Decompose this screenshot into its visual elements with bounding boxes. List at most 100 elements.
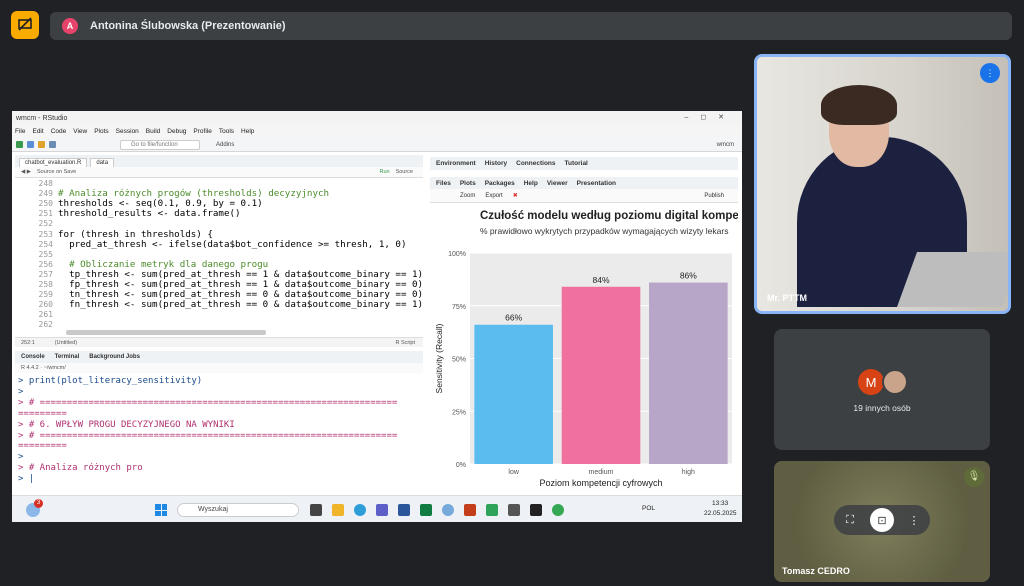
task-view-icon[interactable] [310, 504, 322, 516]
powerpoint-icon[interactable] [464, 504, 476, 516]
tab-environment[interactable]: Environment [436, 160, 476, 167]
presentation-icon [18, 17, 32, 31]
line-number: 257 [38, 269, 53, 279]
line-number: 262 [38, 320, 53, 330]
bar-value-label: 66% [505, 313, 522, 323]
menu-item-build[interactable]: Build [146, 128, 160, 135]
line-number: 248 [38, 179, 53, 188]
notification-badge: 3 [34, 499, 43, 508]
tab-presentation[interactable]: Presentation [577, 180, 616, 187]
tab-packages[interactable]: Packages [485, 180, 515, 187]
tab-history[interactable]: History [485, 160, 507, 167]
menu-item-edit[interactable]: Edit [32, 128, 43, 135]
tab-console[interactable]: Console [21, 354, 45, 360]
remove-plot-icon[interactable]: ✖ [513, 192, 518, 199]
bar-value-label: 84% [592, 275, 609, 285]
console-line: > print(plot_literacy_sensitivity) [18, 376, 203, 386]
menu-item-profile[interactable]: Profile [193, 128, 211, 135]
explorer-icon[interactable] [332, 504, 344, 516]
menu-item-session[interactable]: Session [116, 128, 139, 135]
excel-icon[interactable] [420, 504, 432, 516]
language-indicator[interactable]: POL [642, 505, 655, 512]
line-number: 254 [38, 239, 53, 249]
participant-tile-main[interactable]: ⋮ Mr. PTTM [754, 54, 1011, 314]
tab-terminal[interactable]: Terminal [55, 354, 80, 360]
menu-item-view[interactable]: View [73, 128, 87, 135]
app-icon[interactable] [486, 504, 498, 516]
plot-viewer: Czułość modelu według poziomu digital ko… [430, 204, 742, 494]
others-tile[interactable]: M 19 innych osób [774, 329, 990, 450]
editor-scrollbar[interactable] [66, 330, 266, 335]
code-line[interactable]: fn_thresh <- sum(pred_at_thresh == 0 & d… [58, 300, 423, 310]
goto-file-input[interactable]: Go to file/function [120, 139, 200, 150]
clock-date[interactable]: 22.05.2025 [704, 510, 737, 517]
tab-viewer[interactable]: Viewer [547, 180, 568, 187]
y-tick-label: 75% [452, 304, 466, 311]
code-line[interactable]: pred_at_thresh <- ifelse(data$bot_confid… [58, 239, 406, 250]
taskbar-search[interactable]: Wyszukaj [177, 503, 299, 517]
menu-item-tools[interactable]: Tools [219, 128, 234, 135]
menu-item-debug[interactable]: Debug [167, 128, 186, 135]
code-line[interactable]: threshold_results <- data.frame() [58, 209, 241, 219]
environment-tabs: Environment History Connections Tutorial [430, 157, 738, 170]
more-options-icon[interactable]: ⋮ [902, 508, 926, 532]
menu-item-file[interactable]: File [15, 128, 25, 135]
project-menu[interactable]: wmcm [717, 142, 734, 148]
code-editor[interactable]: 248 249 # Analiza różnych progów (threshol… [15, 178, 423, 333]
word-icon[interactable] [398, 504, 410, 516]
zoom-button[interactable]: Zoom [460, 193, 475, 199]
tab-connections[interactable]: Connections [516, 160, 555, 167]
source-button[interactable]: Source [396, 169, 413, 175]
teams-icon[interactable] [376, 504, 388, 516]
rstudio-icon[interactable] [442, 504, 454, 516]
bar-medium [561, 286, 641, 464]
meet-logo [11, 11, 39, 39]
x-tick-label: medium [589, 469, 614, 476]
console-line: > | [18, 474, 35, 485]
frame-icon[interactable]: ⛶ [838, 508, 862, 532]
export-button[interactable]: Export [485, 193, 502, 199]
participant-tile-third[interactable]: 🎙 ⛶ ⊡ ⋮ Tomasz CEDRO [774, 461, 990, 582]
tab-tutorial[interactable]: Tutorial [565, 160, 588, 167]
tab-files[interactable]: Files [436, 180, 451, 187]
tab-background-jobs[interactable]: Background Jobs [89, 354, 140, 360]
menu-item-plots[interactable]: Plots [94, 128, 108, 135]
file-type-label[interactable]: R Script [395, 340, 415, 346]
tab-help[interactable]: Help [524, 180, 538, 187]
open-file-icon[interactable] [38, 141, 45, 148]
start-icon[interactable] [155, 504, 167, 516]
line-number: 256 [38, 259, 53, 269]
editor-toolbar: ◀ ▶ Source on Save Run Source [15, 167, 423, 178]
others-avatar-photo [882, 369, 908, 395]
new-file-icon[interactable] [16, 141, 23, 148]
chrome-icon[interactable] [552, 504, 564, 516]
shared-screen: wmcm - RStudio –◻✕ File Edit Code View Plots… [12, 111, 742, 522]
publish-button[interactable]: Publish [704, 193, 724, 199]
edge-icon[interactable] [354, 504, 366, 516]
clock-time[interactable]: 13:33 [712, 500, 728, 507]
y-tick-label: 50% [452, 357, 466, 364]
window-controls[interactable]: –◻✕ [684, 113, 736, 121]
line-number: 258 [38, 280, 53, 289]
run-button[interactable]: Run [379, 169, 389, 175]
pin-icon[interactable]: ⊡ [870, 508, 894, 532]
x-tick-label: high [682, 469, 695, 476]
tab-chatbot-evaluation[interactable]: chatbot_evaluation.R [19, 158, 88, 167]
mic-muted-icon: 🎙 [964, 467, 984, 487]
tab-data[interactable]: data [90, 158, 115, 167]
addins-menu[interactable]: Addins [216, 142, 234, 148]
terminal-icon[interactable] [530, 504, 542, 516]
menu-item-help[interactable]: Help [241, 128, 254, 135]
tab-plots[interactable]: Plots [460, 180, 476, 187]
presenter-bar: A Antonina Ślubowska (Prezentowanie) [50, 12, 1012, 40]
console-output[interactable]: > print(plot_literacy_sensitivity) > > # =… [15, 374, 423, 494]
back-icon[interactable]: ◀ ▶ [21, 169, 31, 175]
source-on-save-checkbox[interactable]: Source on Save [37, 169, 76, 175]
bar-low [474, 324, 553, 464]
settings-icon[interactable] [508, 504, 520, 516]
save-icon[interactable] [49, 141, 56, 148]
console-line: > # 6. WPŁYW PROGU DECYZYJNEGO NA WYNIKI [18, 419, 235, 430]
open-project-icon[interactable] [27, 141, 34, 148]
y-axis-label: Sensitivity (Recall) [434, 323, 444, 393]
menu-item-code[interactable]: Code [51, 128, 67, 135]
